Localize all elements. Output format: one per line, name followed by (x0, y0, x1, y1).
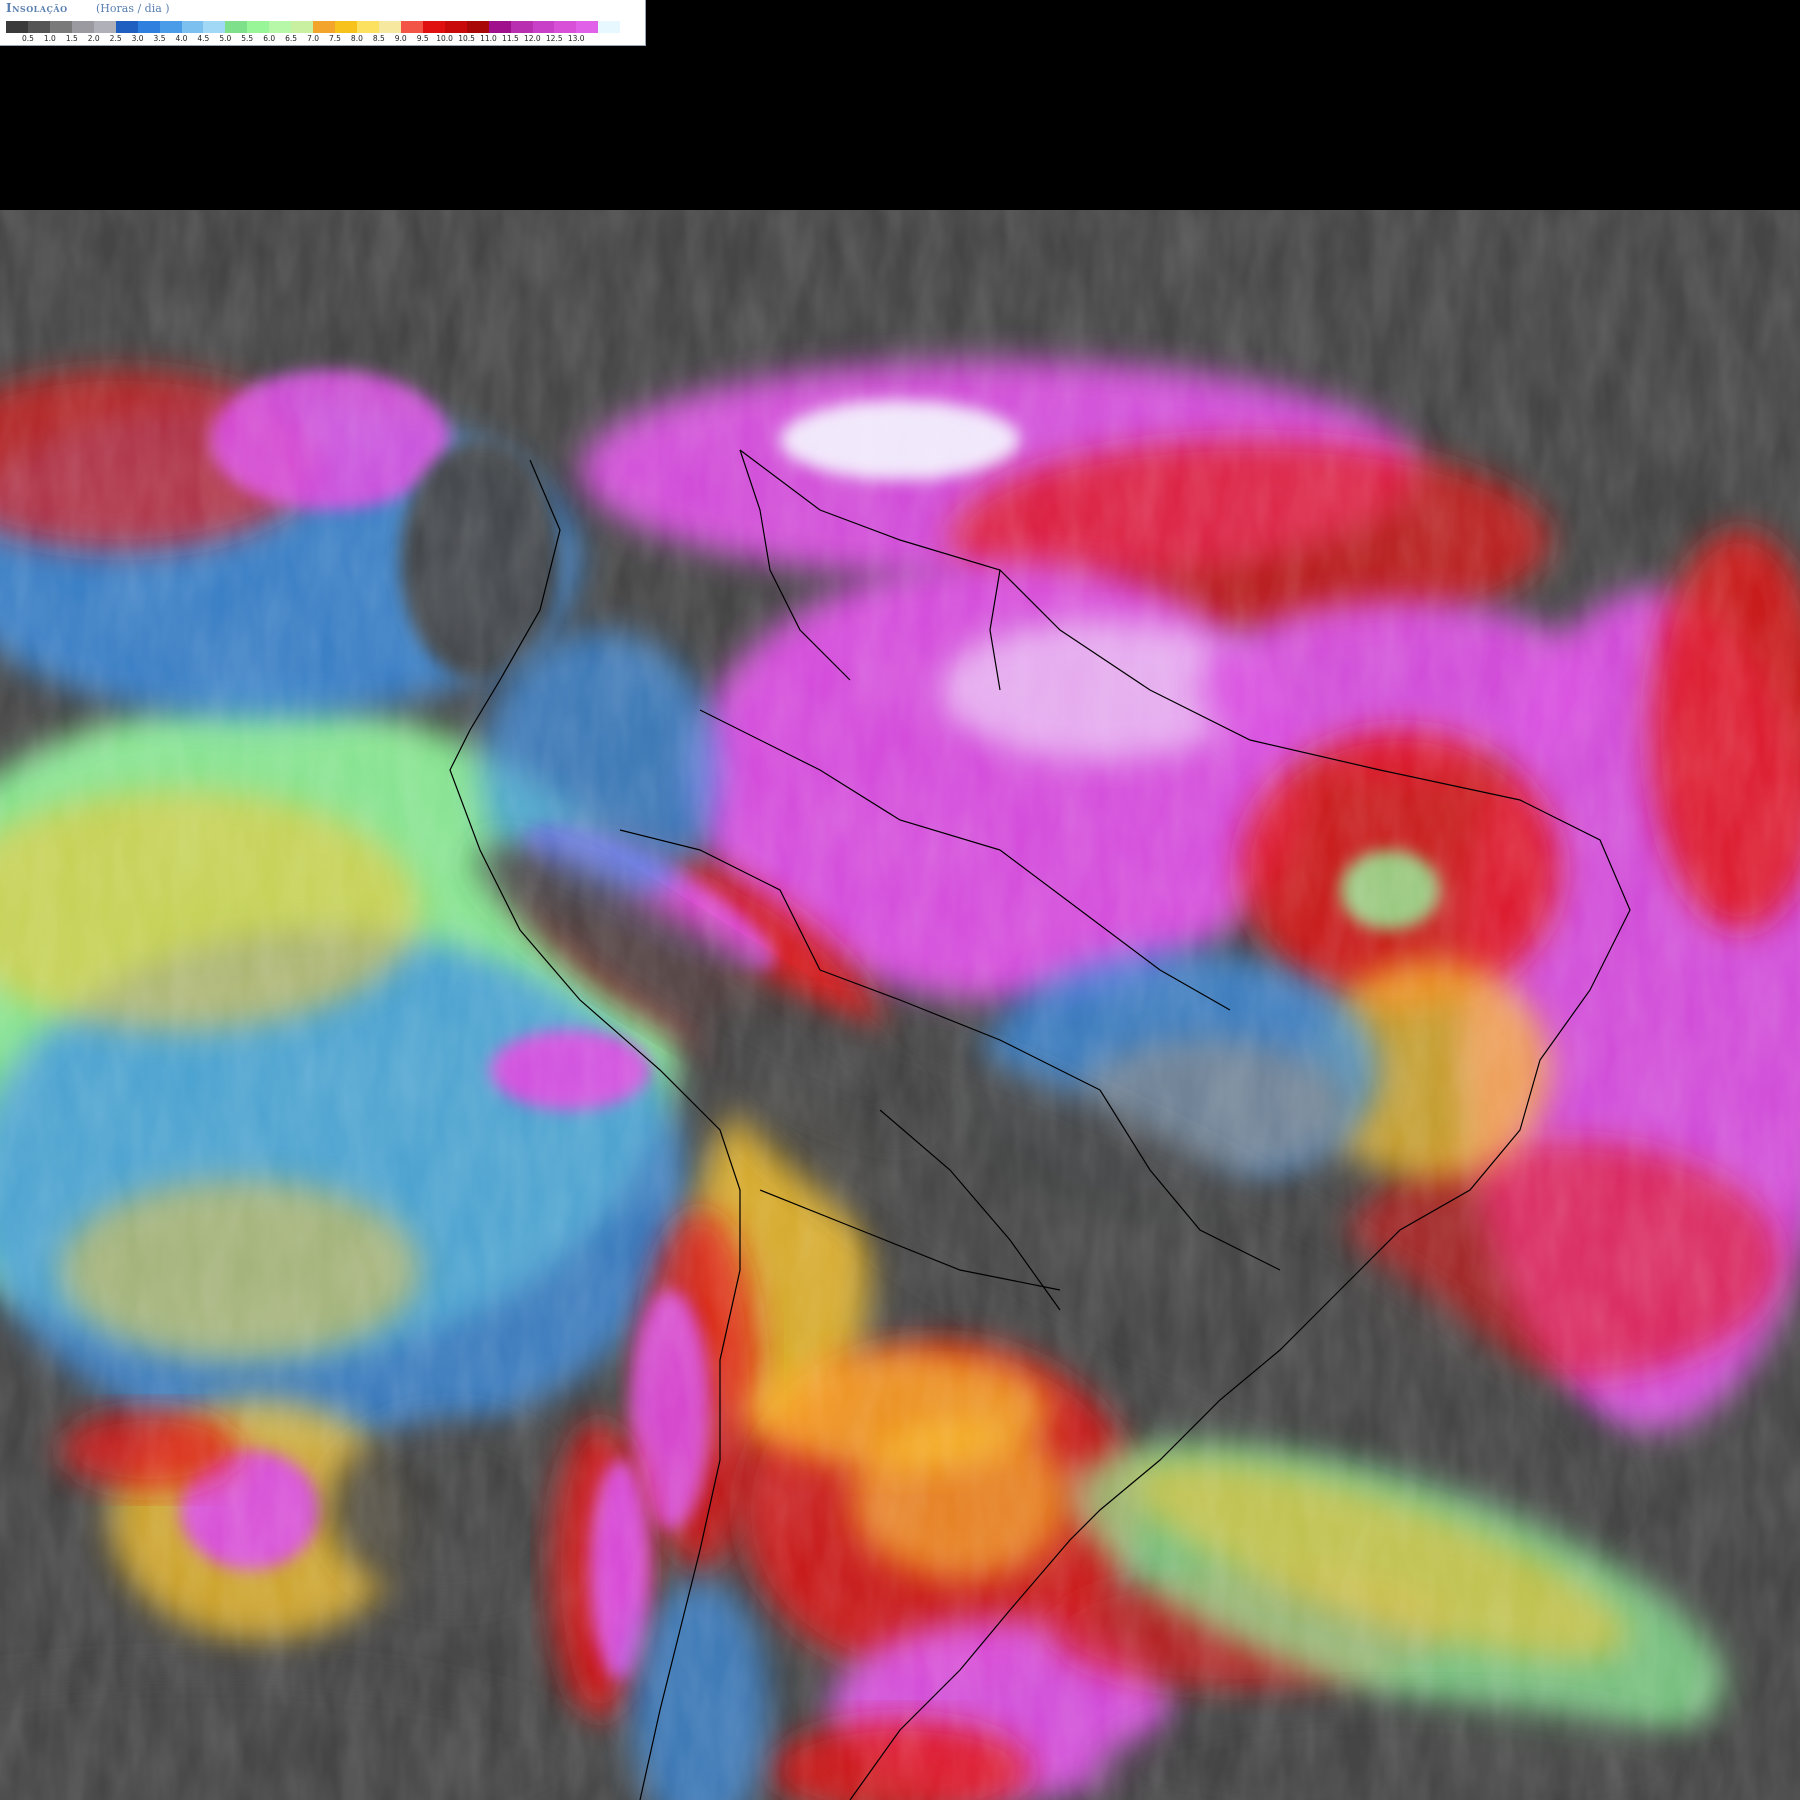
legend-swatch (422, 21, 445, 33)
legend-swatch (335, 21, 357, 33)
legend-tick-label: 2.5 (109, 34, 122, 43)
legend-swatch (225, 21, 248, 33)
legend-unit: (Horas / dia ) (96, 2, 170, 15)
legend-swatch (378, 21, 401, 33)
legend-swatch (115, 21, 138, 33)
legend-swatch (510, 21, 533, 33)
legend-swatch (620, 21, 643, 33)
legend-tick-label: 9.5 (416, 34, 429, 43)
legend-tick-label: 8.0 (350, 34, 363, 43)
map-canvas (0, 210, 1800, 1800)
legend-swatch (357, 21, 379, 33)
legend-tick-label: 10.0 (436, 34, 453, 43)
legend-swatch (71, 21, 94, 33)
legend-swatch (27, 21, 50, 33)
legend-tick-label: 6.5 (285, 34, 298, 43)
legend-swatch (488, 21, 511, 33)
legend-tick-label: 2.0 (87, 34, 100, 43)
legend-swatch (93, 21, 116, 33)
legend-tick-label: 1.5 (65, 34, 78, 43)
legend-tick-label: 6.0 (263, 34, 276, 43)
legend-tick-label: 10.5 (458, 34, 475, 43)
legend-swatch (466, 21, 489, 33)
legend-swatch (400, 21, 423, 33)
legend-tick-label: 12.5 (545, 34, 563, 43)
legend-swatch (181, 21, 204, 33)
legend-swatch (269, 21, 292, 33)
legend-tick-label: 8.5 (372, 34, 385, 43)
legend-swatch (159, 21, 182, 33)
legend-tick-label: 4.5 (197, 34, 210, 43)
legend-tick-label: 7.0 (307, 34, 319, 43)
legend-tick-label: 5.0 (219, 34, 232, 43)
legend-title: Insolação (6, 1, 68, 15)
legend-tick-labels: 0.5 1.0 1.5 2.0 2.5 3.0 3.5 4.0 4.5 5.0 5.5 6.0 6.5 7… (6, 34, 642, 44)
legend-tick-label: 3.0 (131, 34, 144, 43)
insolation-legend: Insolação (Horas / dia ) 0.5 1.0 1.5 2.0 2.5… (0, 0, 646, 46)
legend-tick-label: 13.0 (567, 34, 585, 43)
satellite-insolation-map (0, 210, 1800, 1800)
legend-swatch (532, 21, 555, 33)
legend-tick-label: 0.5 (21, 34, 34, 43)
legend-tick-label: 5.5 (241, 34, 254, 43)
legend-color-bar (6, 21, 643, 33)
legend-tick-label: 11.5 (502, 34, 519, 43)
legend-tick-label: 7.5 (328, 34, 341, 43)
legend-tick-label: 3.5 (153, 34, 166, 43)
legend-tick-label: 11.0 (480, 34, 497, 43)
legend-tick-label: 4.0 (175, 34, 188, 43)
legend-swatch (291, 21, 314, 33)
legend-tick-label: 9.0 (394, 34, 407, 43)
legend-swatch (6, 21, 28, 33)
legend-swatch (49, 21, 72, 33)
legend-swatch (554, 21, 577, 33)
legend-tick-label: 12.0 (523, 34, 541, 43)
legend-swatch (444, 21, 467, 33)
legend-tick-label: 1.0 (43, 34, 56, 43)
texture-overlay (0, 210, 1800, 1800)
legend-swatch (137, 21, 160, 33)
legend-swatch (576, 21, 599, 33)
legend-swatch (313, 21, 336, 33)
legend-swatch (203, 21, 226, 33)
legend-swatch (247, 21, 270, 33)
legend-swatch (598, 21, 621, 33)
